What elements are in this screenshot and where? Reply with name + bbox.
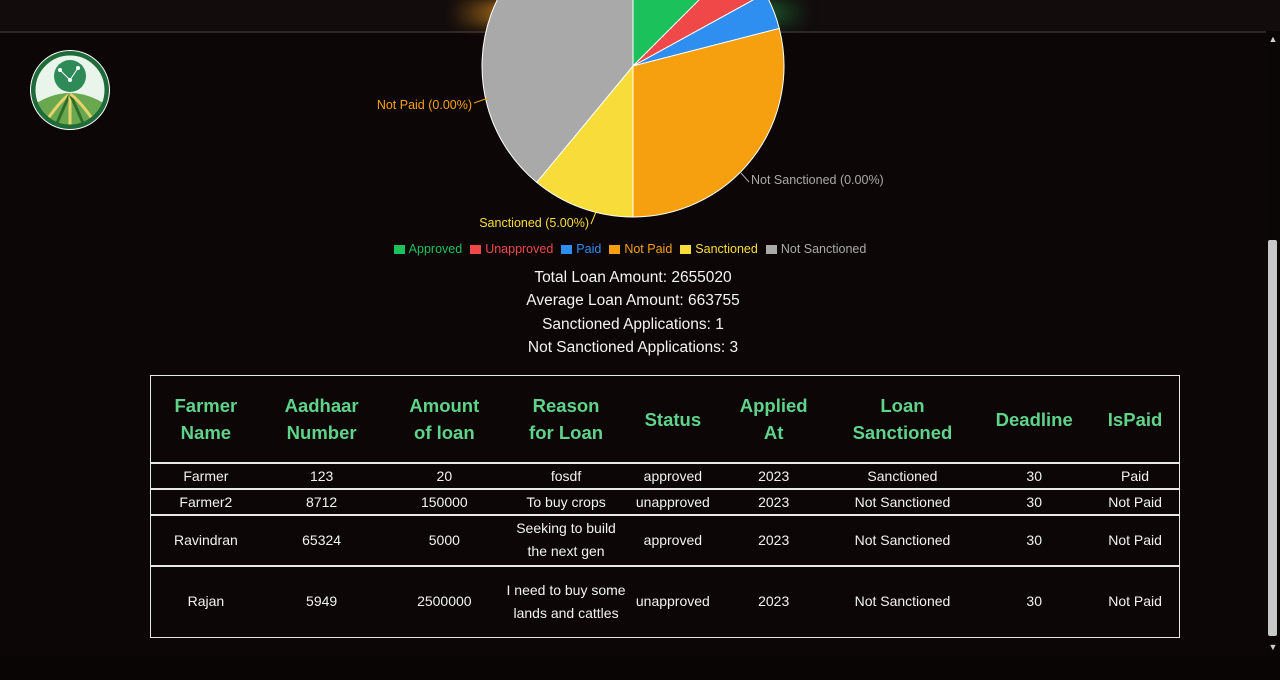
cell-applied-at: 2023: [758, 531, 790, 548]
cell-amount: 2500000: [417, 593, 472, 610]
cell-status: approved: [643, 531, 703, 548]
column-header-reason-for-loan[interactable]: Reason for Loan: [506, 376, 626, 464]
loan-statistics: Total Loan Amount: 2655020 Average Loan …: [0, 266, 1266, 359]
bottom-bar: [0, 656, 1280, 680]
column-header-applied-at[interactable]: Applied At: [719, 376, 828, 464]
cell-reason: fosdf: [550, 467, 582, 484]
legend-label: Sanctioned: [695, 242, 758, 256]
table-header-row: Farmer Name Aadhaar Number Amount of loan R…: [151, 376, 1179, 464]
legend-swatch: [765, 244, 777, 254]
legend-item-paid[interactable]: Paid: [561, 242, 601, 256]
column-header-loan-sanctioned[interactable]: Loan Sanctioned: [827, 376, 978, 464]
not-sanctioned-leader-line: [740, 172, 750, 183]
cell-applied-at: 2023: [758, 493, 790, 510]
cell-reason: Seeking to build the next gen: [516, 520, 616, 560]
cell-applied-at: 2023: [758, 593, 790, 610]
column-header-aadhaar-number[interactable]: Aadhaar Number: [260, 376, 383, 464]
legend-item-not-paid[interactable]: Not Paid: [609, 242, 672, 256]
scroll-up-arrow-icon[interactable]: ▲: [1267, 33, 1279, 45]
legend-swatch: [680, 244, 692, 254]
cell-aadhaar-number: 5949: [306, 593, 338, 610]
column-header-deadline[interactable]: Deadline: [977, 376, 1092, 464]
legend-label: Not Sanctioned: [780, 242, 867, 256]
cell-ispaid: Not Paid: [1108, 493, 1162, 510]
cell-farmer-name: Ravindran: [173, 531, 238, 548]
cell-ispaid: Not Paid: [1108, 593, 1162, 610]
cell-loan-sanctioned: Sanctioned: [867, 467, 938, 484]
sanctioned-applications-count: Sanctioned Applications: 1: [542, 315, 724, 333]
cell-aadhaar-number: 65324: [302, 531, 342, 548]
cell-loan-sanctioned: Not Sanctioned: [854, 493, 951, 510]
legend-item-sanctioned[interactable]: Sanctioned: [680, 242, 758, 256]
sanctioned-slice-label: Sanctioned (5.00%): [479, 216, 589, 230]
cell-deadline: 30: [1026, 493, 1042, 510]
sanctioned-leader-line: [590, 211, 597, 225]
legend-item-approved[interactable]: Approved: [393, 242, 463, 256]
not-paid-slice-label: Not Paid (0.00%): [377, 98, 472, 112]
cell-amount: 20: [436, 467, 453, 484]
legend-label: Approved: [408, 242, 463, 256]
table-row: Farmer 123 20 fosdf approved 2023 Sancti…: [151, 463, 1179, 490]
loan-applications-table: Farmer Name Aadhaar Number Amount of loan R…: [150, 375, 1180, 638]
scrollbar-thumb[interactable]: [1268, 240, 1277, 636]
table-row: Rajan 5949 2500000 I need to buy some la…: [151, 566, 1179, 637]
cell-applied-at: 2023: [758, 467, 790, 484]
legend-swatch: [470, 244, 482, 254]
table-row: Farmer2 8712 150000 To buy crops unappro…: [151, 489, 1179, 516]
cell-ispaid: Not Paid: [1108, 531, 1162, 548]
total-loan-amount: Total Loan Amount: 2655020: [534, 269, 732, 286]
column-header-amount-of-loan[interactable]: Amount of loan: [382, 376, 507, 464]
legend-label: Not Paid: [624, 242, 673, 256]
cell-aadhaar-number: 123: [309, 467, 334, 484]
not-sanctioned-slice-label: Not Sanctioned (0.00%): [751, 173, 884, 187]
legend-item-unapproved[interactable]: Unapproved: [470, 242, 553, 256]
cell-aadhaar-number: 8712: [306, 493, 338, 510]
legend-item-not-sanctioned[interactable]: Not Sanctioned: [765, 242, 867, 256]
column-header-ispaid[interactable]: IsPaid: [1091, 376, 1179, 464]
table-row: Ravindran 65324 5000 Seeking to build th…: [151, 515, 1179, 566]
cell-farmer-name: Rajan: [187, 593, 225, 610]
legend-swatch: [561, 244, 573, 254]
chart-legend: Approved Unapproved Paid Not Paid Sancti…: [0, 242, 1260, 256]
cell-amount: 5000: [428, 531, 460, 548]
cell-reason: I need to buy some lands and cattles: [506, 581, 626, 621]
loan-pie-chart: Not Paid (0.00%) Not Sanctioned (0.00%) …: [377, 0, 884, 230]
scroll-down-arrow-icon[interactable]: ▼: [1267, 641, 1279, 653]
cell-ispaid: Paid: [1121, 467, 1150, 484]
cell-loan-sanctioned: Not Sanctioned: [854, 531, 951, 548]
cell-deadline: 30: [1026, 593, 1042, 610]
cell-status: unapproved: [635, 593, 710, 610]
cell-farmer-name: Farmer2: [179, 493, 233, 510]
legend-label: Paid: [576, 242, 602, 256]
legend-swatch: [393, 244, 405, 254]
cell-deadline: 30: [1026, 531, 1042, 548]
column-header-farmer-name[interactable]: Farmer Name: [151, 376, 261, 464]
cell-farmer-name: Farmer: [183, 467, 229, 484]
legend-label: Unapproved: [485, 242, 554, 256]
cell-status: approved: [643, 467, 703, 484]
cell-reason: To buy crops: [526, 493, 606, 510]
legend-swatch: [609, 244, 621, 254]
cell-deadline: 30: [1026, 467, 1042, 484]
average-loan-amount: Average Loan Amount: 663755: [526, 292, 740, 310]
cell-loan-sanctioned: Not Sanctioned: [854, 593, 951, 610]
not-sanctioned-applications-count: Not Sanctioned Applications: 3: [527, 338, 739, 356]
cell-amount: 150000: [420, 493, 468, 510]
column-header-status[interactable]: Status: [625, 376, 720, 464]
cell-status: unapproved: [635, 493, 710, 510]
